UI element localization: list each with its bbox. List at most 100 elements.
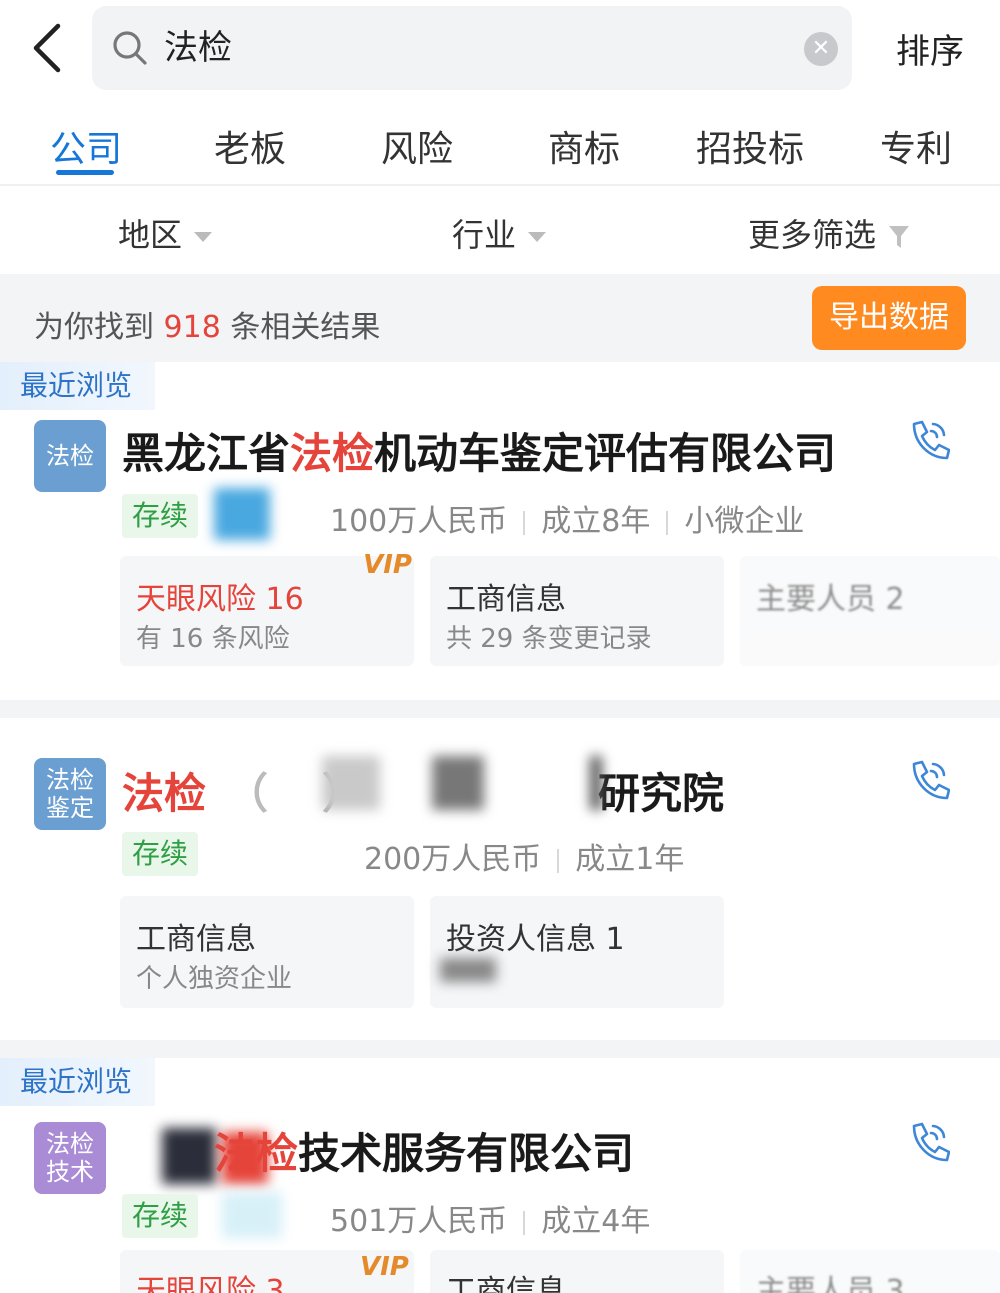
divider [666, 510, 669, 535]
company-card[interactable]: 最近浏览 法检 黑龙江省法检机动车鉴定评估有限公司 存续 100万人民币 成立8年… [0, 362, 1000, 698]
company-meta: 100万人民币 成立8年 小微企业 [330, 496, 804, 540]
redacted-block [440, 958, 496, 982]
registered-capital: 100万人民币 [330, 504, 508, 539]
phone-icon[interactable] [906, 1120, 950, 1164]
company-name[interactable]: 法检技术服务有限公司 [214, 1120, 634, 1181]
result-prefix: 为你找到 [34, 310, 154, 345]
key-personnel-box[interactable]: 主要人员 2 [740, 556, 1000, 666]
established-age: 成立4年 [541, 1204, 651, 1239]
filter-industry[interactable]: 行业 [452, 210, 547, 256]
key-personnel-title: 主要人员 2 [756, 582, 905, 617]
company-name-part: 技术服务有限公司 [298, 1129, 635, 1178]
card-separator [0, 1040, 1000, 1058]
vip-badge: VIP [360, 1252, 409, 1282]
redacted-block [322, 756, 380, 810]
company-meta: 501万人民币 成立4年 [330, 1196, 650, 1240]
status-badge: 存续 [122, 832, 199, 876]
risk-title: 天眼风险 16 [136, 582, 304, 617]
company-logo: 法检 鉴定 [34, 758, 106, 830]
tab-risk[interactable]: 风险 [381, 120, 453, 172]
key-personnel-box[interactable]: 主要人员 3 [740, 1250, 1000, 1293]
risk-box[interactable]: 天眼风险 16 有 16 条风险 VIP [120, 550, 414, 666]
search-icon [113, 31, 147, 65]
tab-bidding[interactable]: 招投标 [696, 120, 804, 172]
phone-icon[interactable] [906, 418, 950, 462]
search-input[interactable]: 法检 [164, 28, 232, 68]
status-badge: 存续 [122, 494, 199, 538]
redacted-block [214, 488, 270, 540]
company-name-highlight: 法检 [122, 769, 207, 818]
phone-icon[interactable] [906, 758, 950, 802]
divider [523, 1210, 526, 1235]
company-card[interactable]: 最近浏览 法检 技术 法检技术服务有限公司 存续 501万人民币 成立4年 天眼风险… [0, 1058, 1000, 1293]
company-scale: 小微企业 [684, 504, 805, 539]
business-info-box[interactable]: 工商信息 [430, 1250, 724, 1293]
filter-region[interactable]: 地区 [118, 210, 213, 256]
funnel-icon [889, 226, 910, 248]
business-info-subtitle: 个人独资企业 [136, 964, 293, 994]
category-tabs: 公司 老板 风险 商标 招投标 专利 [0, 106, 1000, 186]
chevron-down-icon [194, 232, 213, 242]
result-count: 918 [163, 310, 221, 345]
redacted-block [590, 756, 602, 810]
status-badge: 存续 [122, 1194, 199, 1238]
company-name-highlight: 法检 [214, 1129, 299, 1178]
export-data-button[interactable]: 导出数据 [812, 286, 966, 350]
company-logo: 法检 [34, 420, 106, 492]
search-bar[interactable]: 法检 ✕ [92, 6, 852, 90]
divider [523, 510, 526, 535]
tab-company[interactable]: 公司 [50, 120, 122, 172]
filter-region-label: 地区 [118, 216, 183, 254]
top-bar: 法检 ✕ 排序 [0, 0, 1000, 100]
vip-badge: VIP [363, 550, 412, 580]
active-tab-indicator [56, 170, 114, 175]
logo-text: 法检 [46, 1130, 94, 1158]
filter-more[interactable]: 更多筛选 [748, 210, 910, 256]
recent-badge: 最近浏览 [0, 362, 155, 410]
tab-trademark[interactable]: 商标 [548, 120, 620, 172]
company-name-part: 黑龙江省 [122, 429, 291, 478]
established-age: 成立8年 [541, 504, 651, 539]
business-info-subtitle: 共 29 条变更记录 [446, 624, 652, 654]
result-summary-bar: 为你找到 918 条相关结果 导出数据 [0, 274, 1000, 362]
company-name-highlight: 法检 [290, 429, 375, 478]
chevron-down-icon [528, 232, 547, 242]
risk-subtitle: 有 16 条风险 [136, 624, 290, 654]
company-name-part: 研究院 [598, 769, 725, 818]
logo-text: 技术 [46, 1158, 94, 1186]
registered-capital: 200万人民币 [364, 842, 542, 877]
filter-more-label: 更多筛选 [748, 216, 877, 254]
business-info-box[interactable]: 工商信息 共 29 条变更记录 [430, 556, 724, 666]
company-name-part: （ [226, 769, 269, 818]
divider [557, 848, 560, 873]
result-suffix: 条相关结果 [230, 310, 381, 345]
tab-boss[interactable]: 老板 [214, 120, 286, 172]
logo-text: 法检 [46, 766, 94, 794]
redacted-block [222, 1192, 282, 1238]
clear-icon[interactable]: ✕ [804, 32, 838, 66]
tab-patent[interactable]: 专利 [880, 120, 952, 172]
sort-button[interactable]: 排序 [896, 24, 964, 73]
logo-text: 鉴定 [46, 794, 94, 822]
company-card[interactable]: 法检鉴定 法检（ ） 研究院 存续 200万人民币成立1年 工商信息 个人独资企… [0, 718, 1000, 1040]
redacted-block [432, 756, 484, 810]
established-age: 成立1年 [575, 842, 685, 877]
business-info-title: 工商信息 [136, 922, 256, 957]
company-logo: 法检 技术 [34, 1122, 106, 1194]
recent-badge: 最近浏览 [0, 1058, 155, 1106]
registered-capital: 501万人民币 [330, 1204, 508, 1239]
business-info-title: 工商信息 [446, 582, 566, 617]
investor-info-title: 投资人信息 1 [446, 922, 625, 957]
company-name-part: 机动车鉴定评估有限公司 [374, 429, 837, 478]
company-name[interactable]: 黑龙江省法检机动车鉴定评估有限公司 [122, 420, 836, 481]
result-count-text: 为你找到 918 条相关结果 [34, 302, 380, 346]
business-info-box[interactable]: 工商信息 个人独资企业 [120, 896, 414, 1008]
business-info-title: 工商信息 [446, 1274, 566, 1293]
investor-info-box[interactable]: 投资人信息 1 [430, 896, 724, 1008]
filter-bar: 地区 行业 更多筛选 [0, 188, 1000, 274]
logo-text: 法检 [46, 442, 94, 470]
back-arrow-icon[interactable] [28, 22, 68, 74]
company-meta: 200万人民币 成立1年 [364, 834, 684, 878]
key-personnel-title: 主要人员 3 [756, 1274, 905, 1293]
redacted-block [162, 1128, 216, 1184]
